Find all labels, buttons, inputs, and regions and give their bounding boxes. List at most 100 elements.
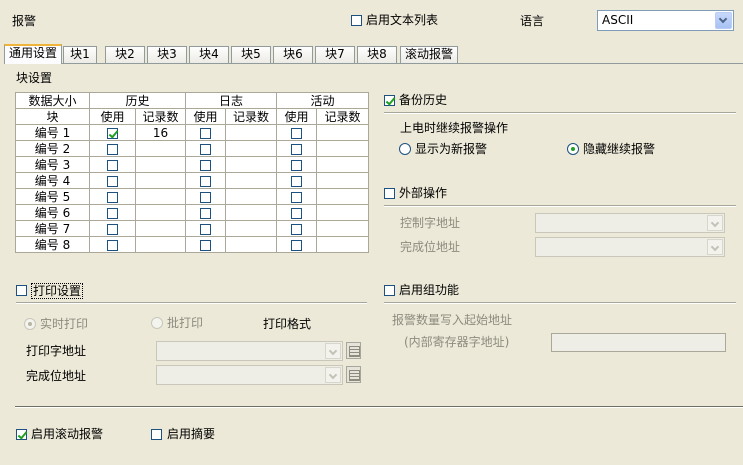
- history-use-checkbox[interactable]: [107, 159, 118, 171]
- active-count-cell[interactable]: [316, 124, 369, 141]
- external-op-label: 外部操作: [399, 186, 448, 200]
- active-use-checkbox[interactable]: [291, 159, 302, 171]
- control-addr-select[interactable]: [535, 213, 725, 233]
- backup-history-checkbox[interactable]: [384, 95, 395, 106]
- history-count-cell[interactable]: [135, 172, 186, 189]
- print-complete-addr-select[interactable]: [156, 365, 343, 385]
- history-count-cell[interactable]: [135, 156, 186, 173]
- active-use-checkbox[interactable]: [291, 143, 302, 155]
- log-use-checkbox[interactable]: [200, 127, 211, 139]
- text-list-checkbox[interactable]: [351, 15, 362, 26]
- print-format-label: 打印格式: [263, 317, 312, 331]
- history-use-checkbox[interactable]: [107, 207, 118, 219]
- address-picker-icon[interactable]: [346, 366, 361, 383]
- divider: [384, 112, 736, 114]
- active-count-cell[interactable]: [316, 204, 369, 221]
- log-count-cell[interactable]: [225, 236, 277, 253]
- active-use-checkbox[interactable]: [291, 239, 302, 251]
- active-count-cell[interactable]: [316, 236, 369, 253]
- history-use-checkbox[interactable]: [107, 127, 118, 139]
- print-addr-select[interactable]: [156, 341, 343, 361]
- language-select[interactable]: ASCII: [597, 10, 734, 31]
- chevron-down-icon[interactable]: [707, 215, 723, 231]
- active-use-checkbox[interactable]: [291, 191, 302, 203]
- alarm-count-addr-label: 报警数量写入起始地址: [392, 313, 513, 327]
- log-use-checkbox[interactable]: [200, 223, 211, 235]
- block-settings-title: 块设置: [16, 71, 53, 85]
- history-use-checkbox[interactable]: [107, 143, 118, 155]
- tab-scroll-alarm[interactable]: 滚动报警: [400, 46, 458, 63]
- tab-block1[interactable]: 块1: [63, 46, 97, 63]
- print-complete-addr-label: 完成位地址: [26, 369, 87, 383]
- tab-block8[interactable]: 块8: [357, 46, 397, 63]
- chevron-down-icon[interactable]: [707, 239, 723, 255]
- log-use-checkbox[interactable]: [200, 239, 211, 251]
- active-count-cell[interactable]: [316, 220, 369, 237]
- address-picker-icon[interactable]: [346, 342, 361, 359]
- history-count-cell[interactable]: [135, 140, 186, 157]
- show-new-alarm-radio[interactable]: [399, 143, 411, 155]
- scroll-alarm-label: 启用滚动报警: [31, 427, 104, 441]
- log-count-cell[interactable]: [225, 172, 277, 189]
- history-use-checkbox[interactable]: [107, 239, 118, 251]
- log-use-checkbox[interactable]: [200, 175, 211, 187]
- log-count-cell[interactable]: [225, 140, 277, 157]
- divider: [16, 302, 367, 304]
- scroll-alarm-checkbox[interactable]: [16, 429, 27, 440]
- divider: [384, 205, 736, 207]
- show-new-alarm-label: 显示为新报警: [415, 142, 488, 156]
- tab-block2[interactable]: 块2: [105, 46, 145, 63]
- log-count-cell[interactable]: [225, 156, 277, 173]
- log-use-checkbox[interactable]: [200, 159, 211, 171]
- log-use-checkbox[interactable]: [200, 207, 211, 219]
- history-count-cell[interactable]: [135, 204, 186, 221]
- history-use-checkbox[interactable]: [107, 175, 118, 187]
- history-count-cell[interactable]: [135, 220, 186, 237]
- group-function-checkbox[interactable]: [384, 285, 395, 296]
- chevron-down-icon[interactable]: [325, 343, 341, 359]
- active-use-checkbox[interactable]: [291, 207, 302, 219]
- active-use-checkbox[interactable]: [291, 223, 302, 235]
- log-use-checkbox[interactable]: [200, 143, 211, 155]
- history-use-checkbox[interactable]: [107, 223, 118, 235]
- log-count-cell[interactable]: [225, 220, 277, 237]
- log-use-checkbox[interactable]: [200, 191, 211, 203]
- header-active-use: 使用: [276, 108, 317, 125]
- realtime-print-radio[interactable]: [24, 318, 36, 330]
- external-complete-addr-select[interactable]: [535, 237, 725, 257]
- log-count-cell[interactable]: [225, 188, 277, 205]
- batch-print-radio[interactable]: [151, 317, 163, 329]
- chevron-down-icon[interactable]: [325, 367, 341, 383]
- active-count-cell[interactable]: [316, 140, 369, 157]
- history-count-cell[interactable]: 16: [135, 124, 186, 141]
- table-row: 编号 3: [15, 156, 369, 173]
- history-count-cell[interactable]: [135, 188, 186, 205]
- hide-continue-alarm-radio[interactable]: [567, 143, 579, 155]
- tab-block7[interactable]: 块7: [315, 46, 355, 63]
- log-count-cell[interactable]: [225, 204, 277, 221]
- external-op-checkbox[interactable]: [384, 188, 395, 199]
- tab-block3[interactable]: 块3: [147, 46, 187, 63]
- history-count-cell[interactable]: [135, 236, 186, 253]
- divider: [15, 406, 743, 408]
- active-count-cell[interactable]: [316, 172, 369, 189]
- print-settings-checkbox[interactable]: [16, 285, 27, 296]
- active-count-cell[interactable]: [316, 156, 369, 173]
- chevron-down-icon[interactable]: [715, 12, 732, 29]
- summary-checkbox[interactable]: [151, 429, 162, 440]
- tab-block6[interactable]: 块6: [273, 46, 313, 63]
- tab-block4[interactable]: 块4: [189, 46, 229, 63]
- row-label: 编号 5: [15, 188, 90, 205]
- alarm-count-addr-input[interactable]: [551, 333, 726, 352]
- header-data-size: 数据大小: [15, 92, 90, 109]
- active-use-checkbox[interactable]: [291, 127, 302, 139]
- history-use-checkbox[interactable]: [107, 191, 118, 203]
- tab-block5[interactable]: 块5: [231, 46, 271, 63]
- active-count-cell[interactable]: [316, 188, 369, 205]
- batch-print-label: 批打印: [167, 316, 204, 330]
- log-count-cell[interactable]: [225, 124, 277, 141]
- active-use-checkbox[interactable]: [291, 175, 302, 187]
- backup-history-label: 备份历史: [399, 93, 448, 107]
- external-complete-addr-label: 完成位地址: [400, 240, 461, 254]
- tab-general[interactable]: 通用设置: [4, 44, 62, 64]
